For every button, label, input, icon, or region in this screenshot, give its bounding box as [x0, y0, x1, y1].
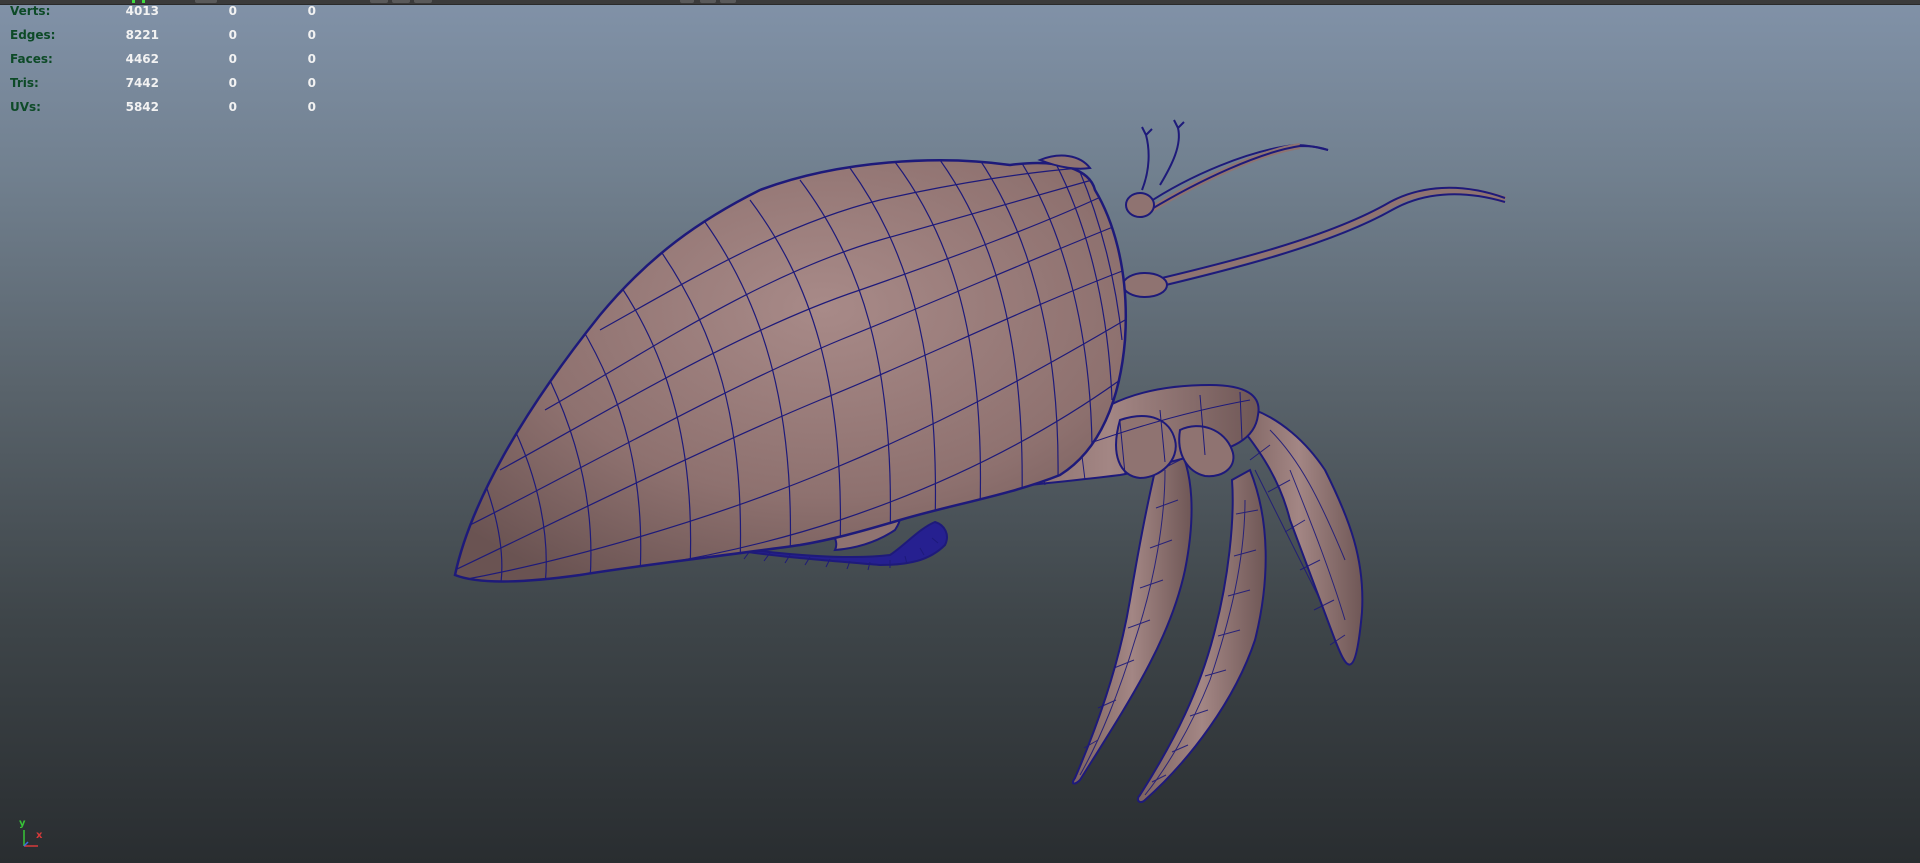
- view-axis-icon: y x: [16, 818, 50, 852]
- eyestalk-2: [1159, 127, 1180, 186]
- eyestalk-1: [1141, 134, 1150, 191]
- axis-x-label: x: [36, 830, 43, 841]
- hermit-crab-mesh[interactable]: [0, 0, 1920, 863]
- axis-y-label: y: [19, 818, 26, 829]
- antenna-left-outline: [1149, 144, 1329, 211]
- eye: [1125, 192, 1155, 218]
- antenna-base: [1122, 272, 1168, 298]
- 3d-viewport[interactable]: Verts: 4013 0 0 Edges: 8221 0 0 Faces: 4…: [0, 0, 1920, 863]
- antennae: [1141, 119, 1507, 291]
- leg-middle: [1071, 438, 1193, 785]
- camera-name-caption: [880, 853, 1080, 863]
